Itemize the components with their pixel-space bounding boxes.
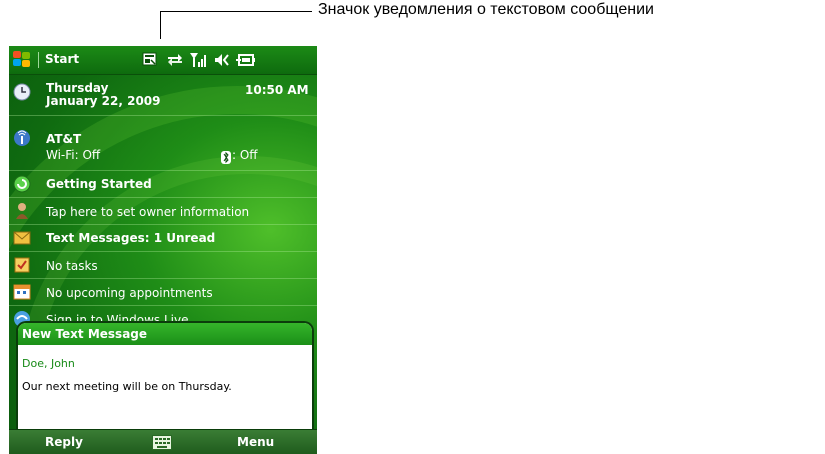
start-button[interactable]: Start xyxy=(45,52,79,66)
carrier-label: AT&T xyxy=(46,132,82,146)
wireless-antenna-icon xyxy=(13,129,30,146)
signal-strength-icon[interactable] xyxy=(189,51,207,73)
messages-icon xyxy=(13,229,31,245)
phone-screen: Start Thursday January 22, 2009 10:50 AM… xyxy=(9,46,317,454)
new-message-notification[interactable]: New Text Message Doe, John Our next meet… xyxy=(16,321,314,434)
owner-icon xyxy=(13,202,29,219)
clock-icon xyxy=(13,83,31,101)
owner-info-row[interactable]: Tap here to set owner information xyxy=(9,198,317,225)
bluetooth-icon xyxy=(221,149,231,168)
windows-start-icon[interactable] xyxy=(13,51,33,69)
keyboard-icon[interactable] xyxy=(152,435,172,450)
date-label: January 22, 2009 xyxy=(46,94,161,108)
volume-icon[interactable] xyxy=(212,51,230,73)
tasks-row[interactable]: No tasks xyxy=(9,252,317,279)
callout-leader-vertical xyxy=(160,11,161,39)
callout-leader-horizontal xyxy=(160,11,312,12)
wifi-status[interactable]: Wi-Fi: Off xyxy=(46,148,100,162)
text-messages-row[interactable]: Text Messages: 1 Unread xyxy=(9,225,317,252)
appointments-label: No upcoming appointments xyxy=(46,286,213,300)
notification-title: New Text Message xyxy=(18,323,312,345)
callout-label: Значок уведомления о текстовом сообщении xyxy=(318,1,654,18)
notification-sender: Doe, John xyxy=(22,357,75,370)
sync-arrows-icon[interactable] xyxy=(166,51,184,73)
day-label: Thursday xyxy=(46,81,109,95)
reply-softkey[interactable]: Reply xyxy=(45,435,83,449)
getting-started-icon xyxy=(13,175,31,193)
appointments-row[interactable]: No upcoming appointments xyxy=(9,279,317,306)
getting-started-row[interactable]: Getting Started xyxy=(9,171,317,198)
notification-body: Our next meeting will be on Thursday. xyxy=(22,380,232,393)
connections-row[interactable]: AT&T Wi-Fi: Off : Off xyxy=(9,126,317,171)
tasks-icon xyxy=(13,256,30,273)
title-bar: Start xyxy=(9,46,317,75)
text-message-notification-icon[interactable] xyxy=(142,51,160,73)
date-time-row[interactable]: Thursday January 22, 2009 10:50 AM xyxy=(9,75,317,116)
time-label: 10:50 AM xyxy=(245,83,309,97)
title-separator xyxy=(38,52,39,68)
tasks-label: No tasks xyxy=(46,259,98,273)
owner-info-label: Tap here to set owner information xyxy=(46,205,250,219)
getting-started-label: Getting Started xyxy=(46,177,152,191)
menu-softkey[interactable]: Menu xyxy=(237,435,274,449)
soft-key-bar: Reply Menu xyxy=(9,429,317,454)
text-messages-label: Text Messages: 1 Unread xyxy=(46,231,216,245)
calendar-icon xyxy=(13,283,31,300)
bluetooth-status[interactable]: : Off xyxy=(232,148,258,162)
battery-icon[interactable] xyxy=(236,51,256,73)
